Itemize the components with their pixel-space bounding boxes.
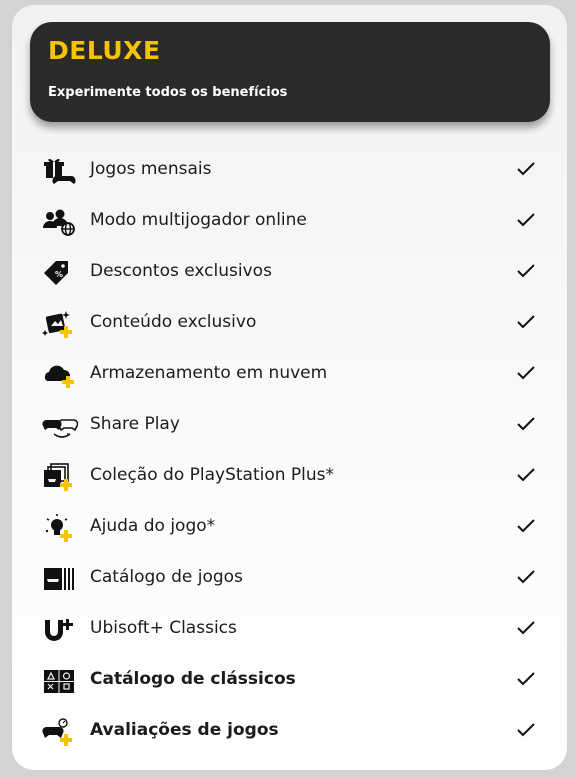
- benefit-row: Share Play: [12, 400, 567, 451]
- share-play-icon: [42, 419, 78, 438]
- benefit-label: Conteúdo exclusivo: [90, 312, 257, 332]
- benefit-label: Catálogo de jogos: [90, 567, 243, 587]
- benefit-row: Avaliações de jogos: [12, 706, 567, 757]
- benefit-label: Catálogo de clássicos: [90, 669, 296, 689]
- benefit-row: Conteúdo exclusivo: [12, 298, 567, 349]
- cloud-storage-icon: [44, 365, 74, 388]
- game-trials-icon: [42, 718, 72, 746]
- check-icon: [517, 570, 535, 584]
- benefit-label: Jogos mensais: [90, 159, 212, 179]
- benefit-label: Modo multijogador online: [90, 210, 307, 230]
- check-icon: [517, 519, 535, 533]
- check-icon: [517, 162, 535, 176]
- plan-header: DELUXE Experimente todos os benefícios: [30, 22, 550, 122]
- gift-controller-icon: [44, 158, 76, 184]
- classics-catalog-icon: [44, 670, 74, 693]
- benefit-label: Share Play: [90, 414, 180, 434]
- discount-tag-icon: %: [44, 261, 68, 285]
- exclusive-content-icon: [42, 311, 72, 338]
- benefit-row: Catálogo de clássicos: [12, 655, 567, 706]
- benefit-label: Ubisoft+ Classics: [90, 618, 237, 638]
- plan-tier-title: DELUXE: [48, 36, 161, 65]
- plan-tagline: Experimente todos os benefícios: [48, 85, 288, 100]
- benefit-row: % Descontos exclusivos: [12, 247, 567, 298]
- benefit-row: Catálogo de jogos: [12, 553, 567, 604]
- ps-plus-collection-icon: [44, 463, 72, 491]
- benefit-row: Coleção do PlayStation Plus*: [12, 451, 567, 502]
- online-multiplayer-icon: [43, 209, 75, 236]
- check-icon: [517, 213, 535, 227]
- check-icon: [517, 417, 535, 431]
- benefit-label: Avaliações de jogos: [90, 720, 279, 740]
- check-icon: [517, 621, 535, 635]
- check-icon: [517, 468, 535, 482]
- check-icon: [517, 723, 535, 737]
- ubisoft-plus-icon: [45, 619, 73, 641]
- check-icon: [517, 672, 535, 686]
- plan-card: DELUXE Experimente todos os benefícios J…: [12, 5, 567, 770]
- check-icon: [517, 315, 535, 329]
- benefit-row: Ubisoft+ Classics: [12, 604, 567, 655]
- benefit-label: Ajuda do jogo*: [90, 516, 216, 536]
- svg-text:%: %: [55, 270, 63, 279]
- benefit-row: Jogos mensais: [12, 145, 567, 196]
- benefit-label: Descontos exclusivos: [90, 261, 272, 281]
- benefit-label: Coleção do PlayStation Plus*: [90, 465, 335, 485]
- benefit-row: Armazenamento em nuvem: [12, 349, 567, 400]
- game-catalog-icon: [44, 568, 74, 590]
- benefit-row: Ajuda do jogo*: [12, 502, 567, 553]
- benefit-label: Armazenamento em nuvem: [90, 363, 328, 383]
- benefit-row: Modo multijogador online: [12, 196, 567, 247]
- check-icon: [517, 366, 535, 380]
- game-help-icon: [45, 514, 72, 542]
- check-icon: [517, 264, 535, 278]
